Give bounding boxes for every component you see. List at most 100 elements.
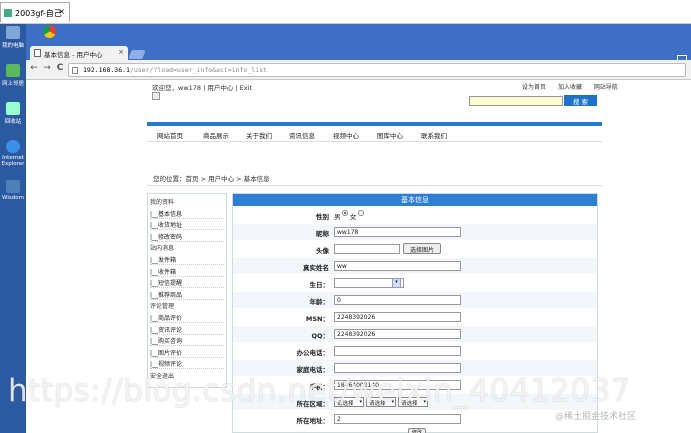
desktop-icon-ie[interactable]: Internet Explorer: [0, 140, 26, 167]
desktop-icon-app[interactable]: Wisdom: [0, 180, 26, 201]
age-input[interactable]: 0: [334, 295, 461, 305]
nav-gallery[interactable]: 图库中心: [377, 130, 403, 140]
top-links: 设为首页 加入收藏 网站导航: [512, 82, 618, 91]
site-nav-link[interactable]: 网站导航: [594, 84, 618, 91]
app-icon: [6, 180, 20, 193]
sidebar-item[interactable]: |__图片评价: [150, 348, 224, 358]
desktop-icon-label: 网上邻居: [1, 81, 24, 87]
gender-male-radio[interactable]: [342, 210, 348, 216]
avatar-input[interactable]: [334, 244, 400, 254]
desktop-icon-network[interactable]: 网上邻居: [0, 64, 26, 87]
chrome-logo-icon: [43, 25, 56, 38]
network-icon: [6, 64, 20, 77]
nav-home[interactable]: 网站首页: [157, 130, 183, 140]
gender-female-label: 女: [350, 213, 357, 221]
msn-input[interactable]: 2248392026: [334, 312, 461, 322]
sidebar-item[interactable]: |__推荐商品: [150, 290, 224, 300]
address-label: 所在地址：: [296, 417, 330, 425]
browser-tab-active[interactable]: 基本信息 - 用户中心 ×: [30, 46, 128, 60]
new-tab-button[interactable]: [128, 50, 146, 59]
ie-icon: [6, 140, 20, 153]
gender-label: 性别: [316, 213, 329, 221]
age-label: 年龄：: [309, 298, 330, 306]
nav-video[interactable]: 视频中心: [333, 130, 359, 140]
browser-toolbar: ← → C 192.168.36.1/user/?load=user_info&…: [26, 60, 691, 80]
sidebar-section-heading: 我的资料: [150, 199, 175, 206]
sidebar-item[interactable]: |__购买咨询: [150, 336, 224, 347]
reload-icon[interactable]: C: [54, 63, 66, 73]
sidebar-item[interactable]: |__视频评论: [150, 359, 224, 370]
gender-female-radio[interactable]: [358, 210, 364, 216]
qq-label: QQ：: [311, 332, 329, 340]
broken-logo-image: [152, 92, 160, 100]
url-path: /user/?load=user_info&act=info_list: [129, 66, 267, 74]
forward-icon[interactable]: →: [41, 63, 53, 73]
url-host: 192.168.36.1: [83, 66, 130, 74]
vm-tab[interactable]: 2003gf-自己 ×: [0, 2, 70, 22]
computer-icon: [6, 26, 20, 39]
divider: [147, 185, 602, 186]
nav-news[interactable]: 资讯信息: [289, 130, 315, 140]
birthday-row: 生日： ▾: [233, 275, 597, 291]
sidebar-item[interactable]: |__修改密码: [150, 232, 224, 242]
add-favorite-link[interactable]: 加入收藏: [558, 84, 582, 91]
desktop-icon-label: 我的电脑: [1, 43, 24, 49]
sidebar-section-heading: 站内消息: [150, 245, 175, 253]
set-homepage-link[interactable]: 设为首页: [522, 84, 546, 91]
back-icon[interactable]: ←: [28, 63, 40, 73]
desktop-icon-my-computer[interactable]: 我的电脑: [0, 26, 26, 49]
nav-about[interactable]: 关于我们: [246, 130, 272, 140]
nickname-row: 昵称 ww178: [233, 224, 597, 240]
avatar-row: 头像 选择图片: [233, 241, 597, 257]
msn-row: MSN： 2248392026: [233, 309, 597, 325]
vm-tab-title: 2003gf-自己: [15, 9, 62, 18]
birthday-label: 生日：: [309, 281, 330, 289]
desktop: 我的电脑 网上邻居 回收站 Internet Explorer Wisdom: [0, 24, 26, 433]
desktop-icon-label: Internet Explorer: [1, 155, 25, 167]
desktop-icon-label: 回收站: [4, 119, 22, 125]
msn-label: MSN：: [305, 315, 329, 323]
sidebar-item[interactable]: |__商品评价: [150, 313, 224, 323]
office-phone-label: 办公电话：: [296, 349, 330, 357]
vm-title-bar: 2003gf-自己 ×: [0, 0, 691, 24]
sidebar-item[interactable]: |__短信提醒: [150, 278, 224, 289]
address-bar[interactable]: 192.168.36.1/user/?load=user_info&act=in…: [68, 63, 686, 77]
qq-input[interactable]: 2248392026: [334, 329, 461, 339]
home-phone-input[interactable]: [334, 363, 461, 373]
sidebar-item[interactable]: |__资讯评论: [150, 325, 224, 335]
browser-frame: 基本信息 - 用户中心 ×: [26, 24, 691, 63]
age-row: 年龄： 0: [233, 292, 597, 308]
recycle-bin-icon: [6, 102, 20, 115]
gender-row: 性别 男 女: [233, 207, 597, 223]
qq-row: QQ： 2248392026: [233, 326, 597, 342]
calendar-icon[interactable]: ▾: [392, 278, 401, 288]
vm-tab-close-icon[interactable]: ×: [58, 7, 65, 16]
tab-close-icon[interactable]: ×: [118, 48, 124, 56]
csdn-watermark: https://blog.csdn.net/weixin_40412037: [8, 373, 632, 409]
choose-image-button[interactable]: 选择图片: [403, 243, 441, 254]
address-input[interactable]: 2: [334, 414, 461, 424]
nav-contact[interactable]: 联系我们: [421, 130, 447, 140]
sidebar-item[interactable]: |__收件箱: [150, 267, 224, 277]
sidebar-item[interactable]: |__基本信息: [150, 209, 224, 219]
office-phone-input[interactable]: [334, 346, 461, 356]
nav-products[interactable]: 商品展示: [203, 130, 229, 140]
office-phone-row: 办公电话：: [233, 343, 597, 359]
browser-tab-title: 基本信息 - 用户中心: [44, 51, 103, 59]
sidebar-item[interactable]: |__发件箱: [150, 255, 224, 265]
nickname-input[interactable]: ww178: [334, 227, 461, 237]
breadcrumb: 您的位置：首页 > 用户中心 > 基本信息: [153, 175, 270, 183]
page-icon: [34, 49, 41, 57]
realname-input[interactable]: ww: [334, 261, 461, 271]
site-search-button[interactable]: 搜 索: [564, 95, 597, 106]
submit-button[interactable]: 修改: [408, 428, 426, 433]
page-info-icon[interactable]: [72, 67, 78, 74]
site-search-input[interactable]: [469, 96, 563, 106]
user-sidebar: 我的资料 |__基本信息 |__收货地址 |__修改密码 站内消息 |__发件箱 |__收件…: [147, 193, 227, 388]
realname-row: 真实姓名 ww: [233, 258, 597, 274]
address-row: 所在地址： 2: [233, 411, 597, 427]
sidebar-item[interactable]: |__收货地址: [150, 220, 224, 231]
welcome-text[interactable]: 欢迎您，ww178 | 用户中心 | Exit: [152, 82, 252, 92]
nickname-label: 昵称: [316, 230, 329, 238]
desktop-icon-recycle-bin[interactable]: 回收站: [0, 102, 26, 125]
